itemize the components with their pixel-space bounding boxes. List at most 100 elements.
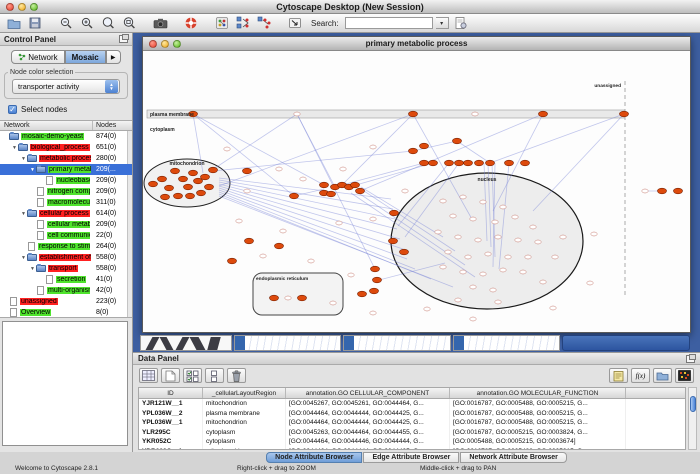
network-node-selected[interactable] — [389, 238, 398, 244]
network-node[interactable] — [495, 300, 501, 304]
network-edge[interactable] — [349, 163, 433, 187]
network-node[interactable] — [525, 255, 531, 259]
network-node[interactable] — [348, 273, 354, 277]
network-node[interactable] — [460, 195, 466, 199]
table-row[interactable]: YPL036W__1mitochondrion[GO:0044464, GO:0… — [139, 418, 685, 428]
minimized-window-bar[interactable] — [562, 335, 690, 351]
network-node[interactable] — [470, 217, 476, 221]
network-node[interactable] — [370, 217, 376, 221]
tree-row[interactable]: nitrogen compo209(0) — [0, 186, 132, 197]
network-node[interactable] — [340, 167, 346, 171]
table-cell[interactable]: cytoplasm — [203, 428, 286, 438]
scrollbar-thumb[interactable] — [690, 396, 696, 412]
layout-selected-icon[interactable] — [255, 15, 273, 31]
network-node[interactable] — [500, 268, 506, 272]
expand-arrow-icon[interactable]: ▼ — [20, 211, 27, 217]
network-node[interactable] — [540, 280, 546, 284]
network-node-selected[interactable] — [373, 277, 382, 283]
network-node-selected[interactable] — [189, 170, 198, 176]
table-cell[interactable]: YDR039C__1 — [139, 447, 203, 451]
network-node-selected[interactable] — [390, 210, 399, 216]
table-cell[interactable]: [GO:0016787, GO:0005488, GO:0005215, G..… — [450, 409, 626, 419]
network-edge[interactable] — [342, 114, 413, 185]
table-cell[interactable]: cytoplasm — [203, 437, 286, 447]
expand-arrow-icon[interactable]: ▼ — [11, 145, 18, 151]
tree-row[interactable]: Overview8(0) — [0, 307, 132, 318]
network-node[interactable] — [445, 250, 451, 254]
table-cell[interactable]: [GO:0016787, GO:0005488, GO:0005215, G..… — [450, 447, 626, 451]
network-node-selected[interactable] — [475, 160, 484, 166]
tab-network[interactable]: Network — [11, 50, 64, 64]
network-node-selected[interactable] — [184, 184, 193, 190]
tree-row[interactable]: secretion41(0) — [0, 274, 132, 285]
table-cell[interactable]: [GO:0045267, GO:0045261, GO:0044464, G..… — [286, 399, 450, 409]
network-node[interactable] — [505, 255, 511, 259]
expand-arrow-icon[interactable]: ▼ — [29, 266, 36, 272]
network-node[interactable] — [495, 235, 501, 239]
tree-row[interactable]: macromolecule311(0) — [0, 197, 132, 208]
network-edge[interactable] — [533, 114, 624, 211]
minimize-view-icon[interactable] — [161, 40, 169, 48]
import-annotation-icon[interactable] — [286, 15, 304, 31]
network-node-selected[interactable] — [429, 160, 438, 166]
network-node-selected[interactable] — [486, 160, 495, 166]
network-node-selected[interactable] — [290, 193, 299, 199]
close-window-icon[interactable] — [6, 3, 14, 11]
network-node[interactable] — [440, 199, 446, 203]
network-node-selected[interactable] — [464, 160, 473, 166]
tab-edge-attribute-browser[interactable]: Edge Attribute Browser — [363, 452, 459, 463]
tree-row[interactable]: ▼metabolic process280(0) — [0, 153, 132, 164]
network-node[interactable] — [480, 272, 486, 276]
table-cell[interactable]: [GO:0044464, GO:0044444, GO:0044425, G..… — [286, 447, 450, 451]
select-attributes-icon[interactable] — [183, 368, 202, 383]
network-node[interactable] — [465, 255, 471, 259]
network-node[interactable] — [492, 220, 498, 224]
float-panel-icon[interactable] — [686, 355, 695, 363]
zoom-selected-icon[interactable] — [120, 15, 138, 31]
network-node-selected[interactable] — [186, 193, 195, 199]
network-node-selected[interactable] — [179, 176, 188, 182]
search-dropdown-icon[interactable]: ▾ — [436, 17, 449, 29]
network-node[interactable] — [591, 232, 597, 236]
network-node-selected[interactable] — [171, 168, 180, 174]
minimized-window-thumbnail[interactable] — [453, 335, 560, 351]
obscured-window-logo[interactable] — [140, 335, 232, 351]
expand-arrow-icon[interactable]: ▼ — [20, 156, 27, 162]
network-edge[interactable] — [457, 141, 490, 163]
network-node[interactable] — [512, 215, 518, 219]
zoom-window-icon[interactable] — [30, 3, 38, 11]
network-node-selected[interactable] — [420, 143, 429, 149]
open-file-icon[interactable] — [5, 15, 23, 31]
network-canvas[interactable]: plasma membranecytoplasmmitochondrionnuc… — [143, 51, 690, 332]
network-node-selected[interactable] — [356, 188, 365, 194]
network-node[interactable] — [490, 288, 496, 292]
table-row[interactable]: YLR295Ccytoplasm[GO:0045263, GO:0044464,… — [139, 428, 685, 438]
close-view-icon[interactable] — [149, 40, 157, 48]
network-overview-icon[interactable] — [213, 15, 231, 31]
network-node[interactable] — [308, 259, 314, 263]
network-node[interactable] — [560, 235, 566, 239]
network-node-selected[interactable] — [245, 238, 254, 244]
birdseye-view[interactable] — [2, 321, 128, 446]
network-node[interactable] — [370, 311, 376, 315]
network-node[interactable] — [300, 177, 306, 181]
tree-row[interactable]: cellular metabo209(0) — [0, 219, 132, 230]
network-node[interactable] — [552, 255, 558, 259]
minimized-window-thumbnail[interactable] — [343, 335, 450, 351]
network-node-selected[interactable] — [445, 160, 454, 166]
column-header[interactable]: annotation.GO CELLULAR_COMPONENT — [286, 388, 450, 398]
table-cell[interactable]: mitochondrion — [203, 447, 286, 451]
network-node-selected[interactable] — [270, 295, 279, 301]
network-node[interactable] — [460, 270, 466, 274]
network-node[interactable] — [455, 298, 461, 302]
network-edge[interactable] — [490, 114, 624, 163]
network-node[interactable] — [450, 214, 456, 218]
table-cell[interactable]: [GO:0044464, GO:0044444, GO:0044425, G..… — [286, 418, 450, 428]
network-node[interactable] — [224, 147, 230, 151]
save-icon[interactable] — [26, 15, 44, 31]
search-input[interactable] — [345, 17, 433, 29]
table-row[interactable]: YKR052Ccytoplasm[GO:0044464, GO:0044446,… — [139, 437, 685, 447]
table-cell[interactable]: [GO:0005488, GO:0005215, GO:0003674] — [450, 437, 626, 447]
network-node-selected[interactable] — [161, 194, 170, 200]
network-node[interactable] — [470, 317, 476, 321]
